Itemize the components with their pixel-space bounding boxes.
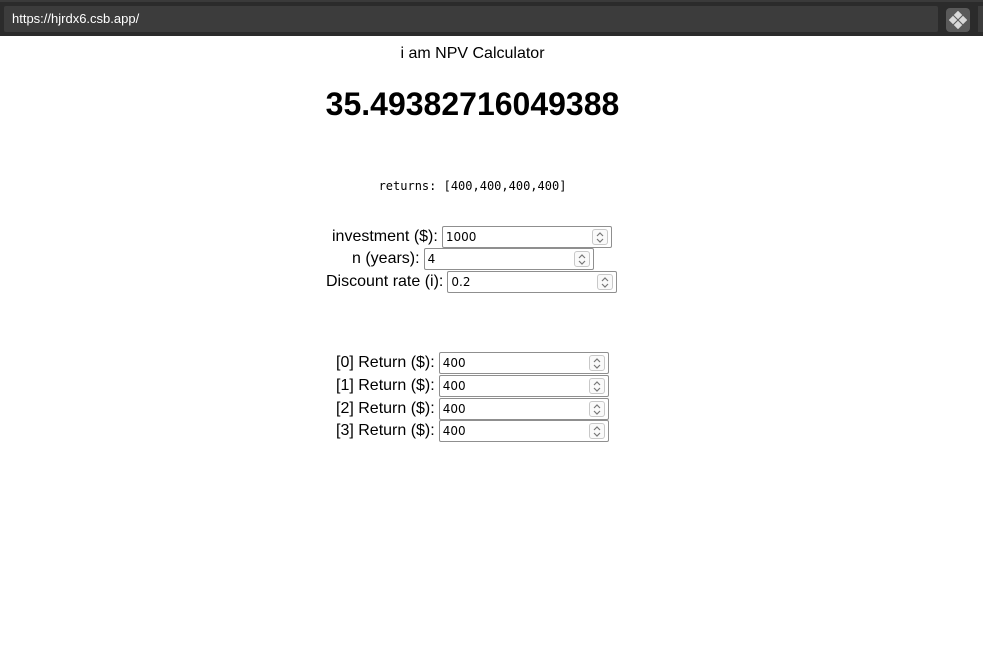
return-input-2[interactable] [439, 399, 586, 419]
discount-rate-label: Discount rate (i): [326, 273, 444, 290]
returns-array-text: returns: [400,400,400,400] [378, 179, 567, 193]
extension-button[interactable] [946, 8, 970, 32]
return-stepper-2[interactable] [588, 401, 605, 417]
return-row-1: [1] Return ($): [336, 375, 609, 397]
investment-input[interactable] [442, 227, 589, 247]
return-label: [0] Return ($): [336, 354, 435, 371]
stepper-arrows-icon [593, 404, 601, 415]
stepper-arrows-icon [593, 358, 601, 369]
years-row: n (years): [352, 248, 594, 270]
return-field-box [438, 352, 609, 374]
return-field-box [438, 420, 609, 442]
return-stepper-0[interactable] [588, 355, 605, 371]
return-field-box [438, 375, 609, 397]
puzzle-icon [949, 11, 967, 29]
return-stepper-3[interactable] [588, 423, 605, 439]
return-input-0[interactable] [439, 353, 586, 373]
return-label: [3] Return ($): [336, 422, 435, 439]
investment-field-box [441, 226, 612, 248]
return-stepper-1[interactable] [588, 378, 605, 394]
discount-rate-input[interactable] [448, 272, 595, 292]
stepper-arrows-icon [596, 232, 604, 243]
discount-rate-field-box [447, 271, 618, 293]
stepper-arrows-icon [593, 381, 601, 392]
stepper-arrows-icon [593, 426, 601, 437]
toolbar-edge [978, 6, 983, 32]
years-field-box [423, 248, 594, 270]
address-bar[interactable]: https://hjrdx6.csb.app/ [4, 6, 938, 32]
years-stepper[interactable] [573, 251, 590, 267]
discount-rate-stepper[interactable] [597, 274, 614, 290]
years-input[interactable] [424, 249, 571, 269]
discount-rate-row: Discount rate (i): [326, 271, 618, 293]
return-label: [2] Return ($): [336, 400, 435, 417]
return-input-1[interactable] [439, 376, 586, 396]
return-label: [1] Return ($): [336, 377, 435, 394]
stepper-arrows-icon [601, 277, 609, 288]
npv-result: 35.49382716049388 [325, 86, 620, 122]
return-row-2: [2] Return ($): [336, 398, 609, 420]
investment-label: investment ($): [332, 228, 438, 245]
years-label: n (years): [352, 250, 420, 267]
stepper-arrows-icon [578, 254, 586, 265]
return-row-0: [0] Return ($): [336, 352, 609, 374]
return-field-box [438, 398, 609, 420]
return-input-3[interactable] [439, 421, 586, 441]
browser-toolbar: https://hjrdx6.csb.app/ [0, 0, 983, 36]
return-row-3: [3] Return ($): [336, 420, 609, 442]
page-title: i am NPV Calculator [400, 45, 545, 62]
investment-stepper[interactable] [591, 229, 608, 245]
investment-row: investment ($): [332, 226, 612, 248]
